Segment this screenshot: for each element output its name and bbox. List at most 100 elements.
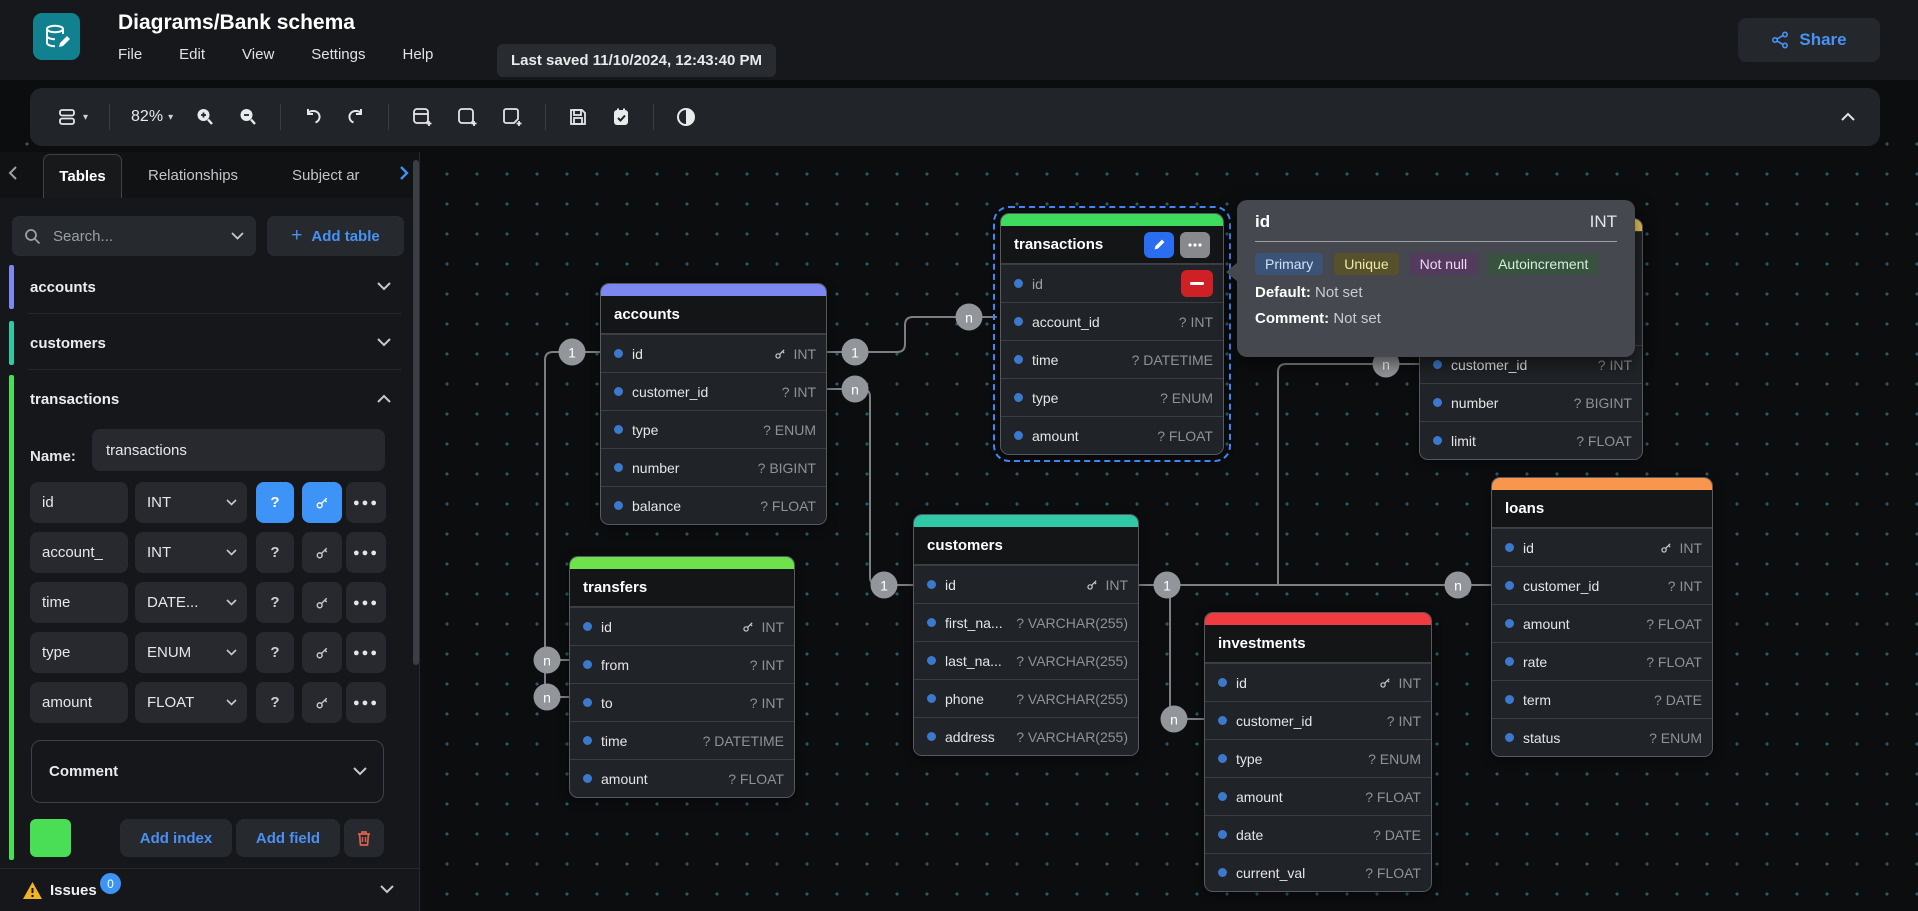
field-dot[interactable] <box>614 425 623 434</box>
field-row[interactable]: idINT <box>914 565 1138 603</box>
field-dot[interactable] <box>927 656 936 665</box>
field-dot[interactable] <box>1218 678 1227 687</box>
table-search[interactable] <box>12 216 256 256</box>
collapse-toolbar-button[interactable] <box>1840 88 1856 146</box>
redo-button[interactable] <box>345 106 367 128</box>
field-type-select[interactable]: FLOAT <box>135 682 247 723</box>
share-button[interactable]: Share <box>1738 18 1880 62</box>
field-dot[interactable] <box>583 622 592 631</box>
field-dot[interactable] <box>1505 543 1514 552</box>
chevron-down-icon[interactable] <box>231 232 244 240</box>
delete-field-button[interactable] <box>1181 270 1213 297</box>
field-row[interactable]: number? BIGINT <box>1420 383 1642 421</box>
sidebar-item-transactions[interactable]: transactions <box>0 375 419 423</box>
field-name-input[interactable]: id <box>30 482 128 523</box>
field-row[interactable]: amount? FLOAT <box>1492 604 1712 642</box>
field-row[interactable]: idINT <box>1492 528 1712 566</box>
field-dot[interactable] <box>927 618 936 627</box>
field-row[interactable]: number? BIGINT <box>601 448 826 486</box>
menu-file[interactable]: File <box>118 46 142 63</box>
field-name-input[interactable]: time <box>30 582 128 623</box>
save-button[interactable] <box>567 106 589 128</box>
field-row[interactable]: to? INT <box>570 683 794 721</box>
field-row[interactable]: date? DATE <box>1205 815 1431 853</box>
primary-key-toggle[interactable] <box>302 532 342 573</box>
field-row[interactable]: phone? VARCHAR(255) <box>914 679 1138 717</box>
delete-table-button[interactable] <box>344 819 384 857</box>
field-row[interactable]: first_na...? VARCHAR(255) <box>914 603 1138 641</box>
tab-subject-areas[interactable]: Subject ar <box>292 167 384 184</box>
field-dot[interactable] <box>1014 431 1023 440</box>
field-row[interactable]: type? ENUM <box>601 410 826 448</box>
field-row[interactable]: term? DATE <box>1492 680 1712 718</box>
field-dot[interactable] <box>1218 792 1227 801</box>
undo-button[interactable] <box>302 106 324 128</box>
field-row[interactable]: customer_id? INT <box>1492 566 1712 604</box>
zoom-level-select[interactable]: 82% ▾ <box>131 108 173 126</box>
menu-settings[interactable]: Settings <box>311 46 365 63</box>
field-dot[interactable] <box>1433 398 1442 407</box>
zoom-out-button[interactable] <box>237 106 259 128</box>
field-row[interactable]: rate? FLOAT <box>1492 642 1712 680</box>
nullable-toggle[interactable]: ? <box>256 682 294 723</box>
field-dot[interactable] <box>927 580 936 589</box>
field-row[interactable]: type? ENUM <box>1001 378 1223 416</box>
edit-table-button[interactable] <box>1144 232 1174 258</box>
field-dot[interactable] <box>1218 868 1227 877</box>
primary-key-toggle[interactable] <box>302 482 342 523</box>
search-input[interactable] <box>51 227 221 246</box>
field-name-input[interactable]: type <box>30 632 128 673</box>
field-dot[interactable] <box>1505 695 1514 704</box>
nullable-toggle[interactable]: ? <box>256 532 294 573</box>
field-row[interactable]: from? INT <box>570 645 794 683</box>
field-type-select[interactable]: DATE... <box>135 582 247 623</box>
field-dot[interactable] <box>1505 581 1514 590</box>
field-more-button[interactable]: ●●● <box>346 582 386 623</box>
field-more-button[interactable]: ●●● <box>346 632 386 673</box>
field-dot[interactable] <box>583 660 592 669</box>
field-row[interactable]: last_na...? VARCHAR(255) <box>914 641 1138 679</box>
sidebar-item-customers[interactable]: customers <box>0 319 419 367</box>
zoom-in-button[interactable] <box>194 106 216 128</box>
field-row[interactable]: customer_id? INT <box>601 372 826 410</box>
field-row[interactable]: idINT <box>570 607 794 645</box>
field-type-select[interactable]: ENUM <box>135 632 247 673</box>
field-dot[interactable] <box>1218 716 1227 725</box>
tabs-scroll-right-button[interactable] <box>399 165 409 186</box>
field-dot[interactable] <box>1014 317 1023 326</box>
todo-button[interactable] <box>610 106 632 128</box>
add-note-button[interactable] <box>500 105 524 129</box>
field-row[interactable]: id <box>1001 264 1223 302</box>
field-row[interactable]: type? ENUM <box>1205 739 1431 777</box>
field-dot[interactable] <box>927 732 936 741</box>
menu-help[interactable]: Help <box>402 46 433 63</box>
comment-collapsible[interactable]: Comment <box>31 740 384 803</box>
table-name-input[interactable] <box>92 429 385 471</box>
tab-relationships[interactable]: Relationships <box>148 167 238 184</box>
menu-view[interactable]: View <box>242 46 274 63</box>
add-table-button[interactable]: + Add table <box>267 216 404 256</box>
tab-tables[interactable]: Tables <box>43 154 122 198</box>
field-row[interactable]: amount? FLOAT <box>1001 416 1223 454</box>
field-dot[interactable] <box>1014 355 1023 364</box>
field-row[interactable]: amount? FLOAT <box>1205 777 1431 815</box>
field-dot[interactable] <box>1433 436 1442 445</box>
menu-edit[interactable]: Edit <box>179 46 205 63</box>
field-row[interactable]: time? DATETIME <box>570 721 794 759</box>
field-dot[interactable] <box>1014 279 1023 288</box>
field-dot[interactable] <box>614 349 623 358</box>
tabs-scroll-left-button[interactable] <box>8 165 18 186</box>
theme-contrast-button[interactable] <box>675 106 697 128</box>
field-dot[interactable] <box>927 694 936 703</box>
table-transfers[interactable]: transfers idINT from? INT to? INT time? … <box>569 556 795 798</box>
field-row[interactable]: amount? FLOAT <box>570 759 794 797</box>
table-color-swatch[interactable] <box>30 819 71 857</box>
field-dot[interactable] <box>1218 830 1227 839</box>
add-table-tool-button[interactable] <box>410 105 434 129</box>
nullable-toggle[interactable]: ? <box>256 582 294 623</box>
field-dot[interactable] <box>1218 754 1227 763</box>
field-dot[interactable] <box>1505 657 1514 666</box>
field-more-button[interactable]: ●●● <box>346 532 386 573</box>
nullable-toggle[interactable]: ? <box>256 632 294 673</box>
field-row[interactable]: status? ENUM <box>1492 718 1712 756</box>
